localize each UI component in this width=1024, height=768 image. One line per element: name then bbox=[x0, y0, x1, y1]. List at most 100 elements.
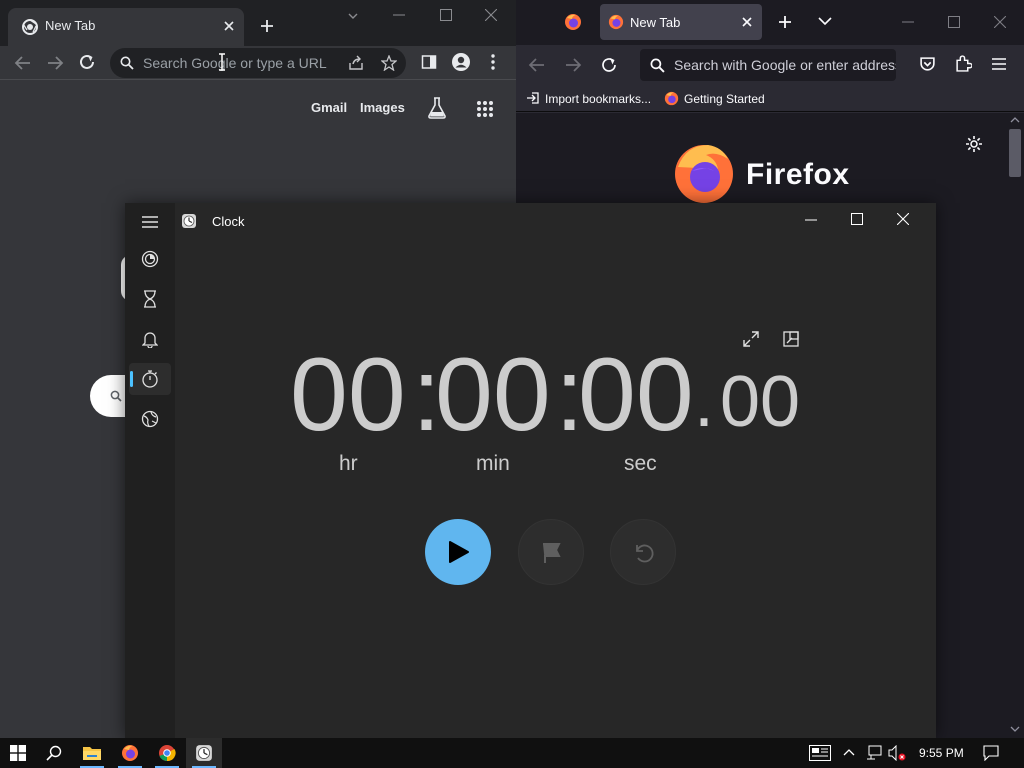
keep-on-top-icon[interactable] bbox=[783, 331, 799, 347]
gmail-link[interactable]: Gmail bbox=[311, 100, 347, 115]
chrome-close-button[interactable] bbox=[485, 9, 497, 21]
labs-flask-icon[interactable] bbox=[427, 97, 447, 119]
images-link[interactable]: Images bbox=[360, 100, 405, 115]
chrome-tab-new-tab[interactable]: New Tab bbox=[8, 8, 244, 46]
world-clock-icon[interactable] bbox=[141, 410, 159, 428]
reload-icon[interactable] bbox=[78, 53, 96, 71]
focus-sessions-icon[interactable] bbox=[141, 250, 159, 268]
back-icon[interactable] bbox=[14, 54, 32, 72]
firefox-logo-icon bbox=[664, 91, 679, 106]
clock-window-title: Clock bbox=[212, 214, 245, 229]
urlbar-placeholder: Search with Google or enter address bbox=[674, 57, 896, 73]
google-apps-icon[interactable] bbox=[476, 100, 494, 118]
chrome-menu-icon[interactable] bbox=[491, 54, 495, 70]
reset-button[interactable] bbox=[610, 519, 676, 585]
clock-maximize-button[interactable] bbox=[851, 213, 863, 225]
firefox-tabstrip: New Tab bbox=[516, 0, 1024, 45]
forward-icon[interactable] bbox=[46, 54, 64, 72]
firefox-maximize-button[interactable] bbox=[948, 16, 960, 28]
taskbar: 9:55 PM bbox=[0, 738, 1024, 768]
taskbar-search-button[interactable] bbox=[36, 738, 72, 768]
scroll-thumb[interactable] bbox=[1009, 129, 1021, 177]
bookmark-import[interactable]: Import bookmarks... bbox=[545, 92, 651, 106]
start-icon bbox=[10, 745, 26, 761]
nav-selection-indicator bbox=[130, 371, 133, 387]
clock-close-button[interactable] bbox=[897, 213, 909, 225]
firefox-scrollbar[interactable] bbox=[1006, 113, 1024, 740]
side-panel-icon[interactable] bbox=[421, 54, 437, 70]
chrome-tab-title: New Tab bbox=[45, 18, 96, 33]
bookmark-star-icon[interactable] bbox=[381, 55, 397, 71]
firefox-tab-new-tab[interactable]: New Tab bbox=[600, 4, 762, 40]
chrome-icon bbox=[158, 744, 176, 762]
scroll-up-icon[interactable] bbox=[1010, 117, 1020, 123]
flag-icon bbox=[541, 542, 563, 564]
share-icon[interactable] bbox=[348, 55, 364, 71]
chrome-toolbar: Search Google or type a URL bbox=[0, 46, 516, 80]
hours-display: 00 bbox=[290, 337, 406, 453]
search-icon bbox=[120, 56, 134, 70]
taskbar-chrome[interactable] bbox=[149, 738, 185, 768]
alarm-icon[interactable] bbox=[142, 330, 158, 348]
bookmark-getting-started[interactable]: Getting Started bbox=[684, 92, 765, 106]
network-icon[interactable] bbox=[866, 745, 882, 761]
reload-icon[interactable] bbox=[600, 56, 618, 74]
start-button[interactable] bbox=[425, 519, 491, 585]
chrome-logo-icon bbox=[22, 19, 38, 35]
taskbar-clock-time[interactable]: 9:55 PM bbox=[919, 746, 964, 760]
firefox-minimize-button[interactable] bbox=[902, 21, 914, 23]
hr-label: hr bbox=[339, 452, 358, 475]
gear-icon[interactable] bbox=[965, 135, 983, 153]
min-label: min bbox=[476, 452, 510, 475]
chrome-tab-search-icon[interactable] bbox=[347, 10, 359, 22]
news-widget-icon[interactable] bbox=[809, 745, 831, 761]
file-explorer-icon bbox=[83, 745, 101, 761]
chrome-new-tab-button[interactable] bbox=[259, 18, 275, 34]
taskbar-clock[interactable] bbox=[186, 738, 222, 768]
omnibox-placeholder: Search Google or type a URL bbox=[143, 55, 327, 71]
chrome-maximize-button[interactable] bbox=[440, 9, 452, 21]
firefox-tab-close-icon[interactable] bbox=[740, 15, 754, 29]
firefox-urlbar[interactable]: Search with Google or enter address bbox=[640, 49, 896, 81]
search-icon bbox=[46, 745, 62, 761]
timer-icon[interactable] bbox=[142, 290, 158, 308]
chrome-minimize-button[interactable] bbox=[393, 14, 405, 16]
expand-icon[interactable] bbox=[743, 331, 759, 347]
profile-avatar-icon[interactable] bbox=[451, 52, 471, 72]
hamburger-menu-icon[interactable] bbox=[142, 216, 158, 228]
firefox-close-button[interactable] bbox=[994, 16, 1006, 28]
firefox-pinned-tab-icon[interactable] bbox=[564, 13, 582, 31]
clock-nav-sidebar bbox=[125, 203, 175, 738]
firefox-navbar: Search with Google or enter address bbox=[516, 45, 1024, 85]
list-all-tabs-icon[interactable] bbox=[818, 16, 832, 26]
clock-main-pane: Clock 00 : 00 : 00 . 00 hr min sec bbox=[175, 203, 936, 738]
firefox-brand-logo bbox=[672, 141, 736, 203]
chrome-tab-close-icon[interactable] bbox=[222, 19, 236, 33]
lap-button[interactable] bbox=[518, 519, 584, 585]
clock-minimize-button[interactable] bbox=[805, 219, 817, 221]
show-hidden-icons-chevron-up-icon[interactable] bbox=[843, 748, 855, 756]
import-bookmarks-icon bbox=[526, 91, 540, 105]
firefox-new-tab-button[interactable] bbox=[777, 14, 793, 30]
chrome-new-tab-page: Gmail Images bbox=[0, 80, 516, 205]
google-search-box-fragment[interactable] bbox=[90, 375, 130, 417]
firefox-icon bbox=[121, 744, 139, 762]
chrome-window: New Tab Search Google or type a URL Gmai… bbox=[0, 0, 516, 205]
back-icon[interactable] bbox=[528, 56, 546, 74]
pocket-icon[interactable] bbox=[919, 56, 936, 73]
forward-icon[interactable] bbox=[564, 56, 582, 74]
firefox-menu-icon[interactable] bbox=[992, 58, 1006, 70]
extensions-icon[interactable] bbox=[955, 55, 972, 72]
clock-window: Clock 00 : 00 : 00 . 00 hr min sec bbox=[125, 203, 936, 738]
clock-icon bbox=[195, 744, 213, 762]
scroll-down-icon[interactable] bbox=[1010, 726, 1020, 732]
taskbar-firefox[interactable] bbox=[112, 738, 148, 768]
volume-muted-icon[interactable] bbox=[888, 745, 906, 761]
stopwatch-icon[interactable] bbox=[141, 370, 159, 388]
sec-label: sec bbox=[624, 452, 657, 475]
text-cursor-icon bbox=[217, 53, 227, 71]
chrome-omnibox[interactable]: Search Google or type a URL bbox=[110, 48, 406, 78]
start-button[interactable] bbox=[0, 738, 36, 768]
action-center-icon[interactable] bbox=[983, 745, 999, 761]
taskbar-file-explorer[interactable] bbox=[74, 738, 110, 768]
